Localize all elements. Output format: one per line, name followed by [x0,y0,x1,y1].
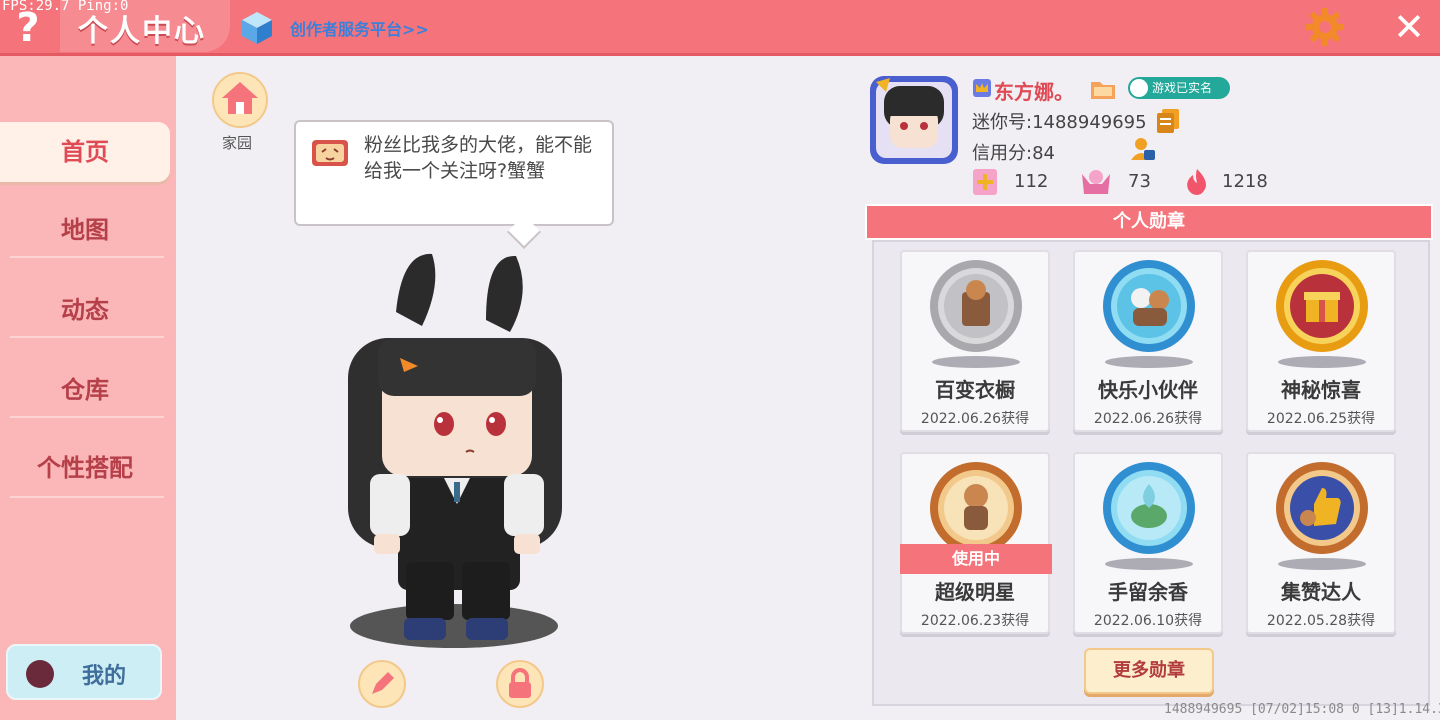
in-use-badge: 使用中 [900,544,1052,574]
sidebar-item-feed[interactable]: 动态 [0,280,170,340]
mini-id: 迷你号:1488949695 [972,112,1147,133]
sidebar-item-label: 仓库 [61,376,109,404]
creator-platform-link[interactable]: 创作者服务平台>> [290,16,429,40]
lock-icon[interactable] [496,660,544,708]
footer-info: 1488949695 [07/02]15:08 0 [13]1.14.3 [1164,702,1440,717]
add-friend-icon [973,169,997,195]
medal-section-header: 个人勋章 [865,204,1433,240]
profile-avatar[interactable] [866,72,962,168]
medal-card-wardrobe[interactable]: 百变衣橱 2022.06.26获得 [900,250,1050,432]
avatar [26,660,54,688]
home-icon[interactable] [212,72,268,128]
bubble-text: 粉丝比我多的大佬，能不能给我一个关注呀?蟹蟹 [364,134,593,182]
fps-readout: FPS:29.7 Ping:0 [2,0,129,14]
my-button[interactable]: 我的 [6,644,162,700]
medal-shadow [1105,356,1193,368]
medal-date: 2022.05.28获得 [1266,613,1376,629]
credit-score: 信用分:84 [972,143,1055,164]
medal-date: 2022.06.25获得 [1266,411,1376,427]
top-bar: ? 个人中心 创作者服务平台>> ✕ [0,0,1440,56]
sidebar-item-label: 个性搭配 [37,454,133,482]
medal-card-superstar[interactable]: 使用中 超级明星 2022.06.23获得 [900,452,1052,634]
sidebar-item-outfit[interactable]: 个性搭配 [0,438,170,498]
sidebar-item-label: 动态 [61,296,109,324]
my-button-label: 我的 [82,664,127,689]
medal-name: 快乐小伙伴 [1098,378,1198,402]
fans-icon [1082,170,1110,194]
fans-count: 73 [1128,171,1151,192]
sidebar-item-home[interactable]: 首页 [0,122,170,182]
medal-name: 神秘惊喜 [1281,378,1361,402]
close-icon[interactable]: ✕ [1392,8,1426,46]
player-character[interactable] [326,242,586,662]
sidebar-item-map[interactable]: 地图 [0,200,170,260]
popularity-flame-icon [1187,169,1206,195]
vip-badge-icon [973,79,991,97]
home-label: 家园 [222,134,253,152]
medal-name: 集赞达人 [1281,580,1361,604]
profile-nickname: 东方娜。 [994,80,1074,104]
sidebar-item-label: 首页 [61,138,109,166]
medal-name: 超级明星 [935,580,1015,604]
medal-shadow [932,356,1020,368]
popularity-count: 1218 [1222,171,1268,192]
cube-icon[interactable] [240,10,274,46]
medal-date: 2022.06.10获得 [1093,613,1203,629]
medal-card-mystery-surprise[interactable]: 神秘惊喜 2022.06.25获得 [1246,250,1396,432]
person-card-icon[interactable] [1130,136,1156,162]
more-medals-button[interactable]: 更多勋章 [1084,648,1214,694]
speech-bubble: 粉丝比我多的大佬，能不能给我一个关注呀?蟹蟹 [294,120,614,226]
medal-card-like-master[interactable]: 集赞达人 2022.05.28获得 [1246,452,1396,634]
copy-icon[interactable] [1156,108,1180,134]
medal-date: 2022.06.26获得 [920,411,1030,427]
medal-shadow [1278,356,1366,368]
sidebar-item-storage[interactable]: 仓库 [0,360,170,420]
medal-name: 手留余香 [1108,580,1188,604]
medal-card-happy-buddy[interactable]: 快乐小伙伴 2022.06.26获得 [1073,250,1223,432]
medal-shadow [1105,558,1193,570]
character-area: 家园 粉丝比我多的大佬，能不能给我一个关注呀?蟹蟹 [176,56,864,720]
medal-happy-buddy-icon [1103,260,1195,352]
edit-pencil-icon[interactable] [358,660,406,708]
gear-icon[interactable] [1304,6,1346,48]
medal-thumbs-up-icon [1276,462,1368,554]
medal-card-lingering-fragrance[interactable]: 手留余香 2022.06.10获得 [1073,452,1223,634]
sidebar-item-label: 地图 [61,216,109,244]
medal-name: 百变衣橱 [935,378,1015,402]
sidebar: 首页 地图 动态 仓库 个性搭配 我的 [0,56,176,720]
medal-fragrance-icon [1103,462,1195,554]
message-envelope-icon [312,140,348,166]
verified-person-icon [1130,79,1148,97]
medal-superstar-icon [930,462,1022,554]
medal-wardrobe-icon [930,260,1022,352]
medal-shadow [1278,558,1366,570]
medal-gift-icon [1276,260,1368,352]
medal-panel: 百变衣橱 2022.06.26获得 快乐小伙伴 2022.06.26获得 神秘惊… [872,240,1430,706]
friends-count: 112 [1014,171,1049,192]
folder-icon[interactable] [1090,78,1116,100]
medal-date: 2022.06.23获得 [920,613,1030,629]
verified-label: 游戏已实名 [1152,81,1213,95]
medal-date: 2022.06.26获得 [1093,411,1203,427]
verified-badge: 游戏已实名 [1128,77,1230,99]
